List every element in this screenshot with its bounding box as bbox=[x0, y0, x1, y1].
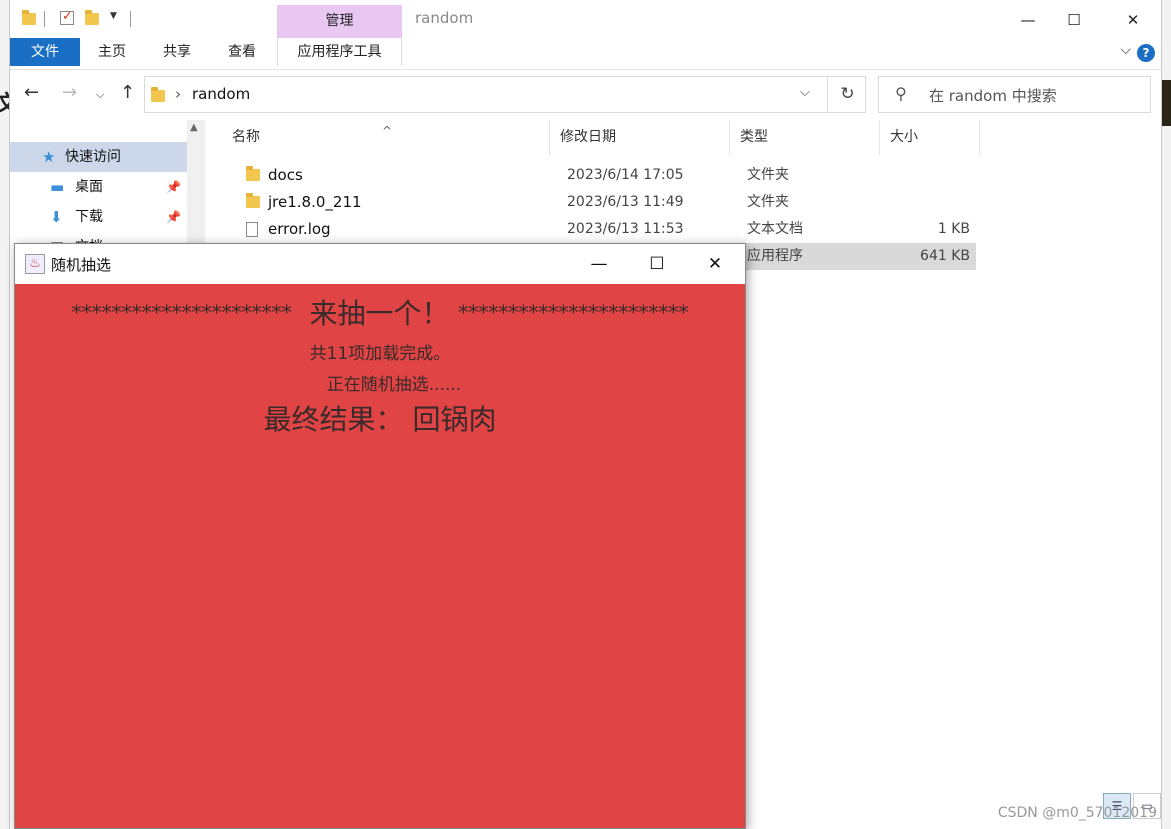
result-label: 最终结果： bbox=[263, 403, 404, 436]
draw-banner: ********************** 来抽一个！ ***********… bbox=[71, 297, 689, 330]
column-header-date[interactable]: 修改日期 bbox=[550, 120, 730, 155]
random-picker-window: ♨ 随机抽选 — ☐ ✕ ********************** 来抽一个… bbox=[14, 243, 746, 829]
result-value: 回锅肉 bbox=[412, 403, 497, 436]
properties-icon[interactable] bbox=[60, 9, 74, 25]
explorer-titlebar: ▼ 管理 random — ☐ ✕ bbox=[10, 0, 1161, 38]
manage-context-tab[interactable]: 管理 bbox=[277, 5, 402, 38]
sidebar-item-downloads[interactable]: ⬇ 下载 📌 bbox=[10, 202, 187, 232]
breadcrumb-random[interactable]: random bbox=[192, 85, 250, 103]
maximize-button[interactable]: ☐ bbox=[628, 249, 686, 279]
search-input[interactable]: ⚲ 在 random 中搜索 bbox=[878, 76, 1151, 113]
quick-access-dropdown-icon[interactable]: ▼ bbox=[110, 11, 124, 25]
new-folder-icon[interactable] bbox=[85, 10, 99, 25]
divider bbox=[44, 11, 45, 27]
tab-home[interactable]: 主页 bbox=[90, 38, 134, 66]
divider bbox=[130, 11, 131, 27]
close-button[interactable]: ✕ bbox=[686, 249, 744, 279]
search-placeholder: 在 random 中搜索 bbox=[929, 87, 1057, 105]
back-arrow-icon[interactable]: ← bbox=[24, 82, 39, 103]
loaded-status: 共11项加载完成。 bbox=[309, 344, 451, 364]
text-file-icon bbox=[246, 222, 258, 237]
sidebar-item-desktop[interactable]: ▬ 桌面 📌 bbox=[10, 172, 187, 202]
folder-icon bbox=[22, 10, 36, 25]
address-bar[interactable]: › random ⌵ ↻ bbox=[144, 76, 866, 113]
drawing-status: 正在随机抽选...... bbox=[326, 375, 462, 395]
result-line: 最终结果： 回锅肉 bbox=[15, 398, 745, 438]
banner-title: 来抽一个！ bbox=[309, 297, 450, 330]
minimize-button[interactable]: — bbox=[570, 249, 628, 279]
watermark: CSDN @m0_57012019 bbox=[997, 805, 1157, 821]
sort-ascending-icon: ^ bbox=[382, 124, 393, 138]
folder-icon bbox=[246, 193, 260, 208]
tab-app-tools[interactable]: 应用程序工具 bbox=[277, 38, 402, 66]
close-button[interactable]: ✕ bbox=[1110, 5, 1156, 35]
star-icon: ★ bbox=[42, 148, 56, 166]
refresh-icon[interactable]: ↻ bbox=[827, 77, 867, 112]
maximize-button[interactable]: ☐ bbox=[1051, 5, 1097, 35]
recent-locations-icon[interactable]: ⌵ bbox=[96, 88, 104, 102]
desktop-icon: ▬ bbox=[50, 178, 65, 196]
folder-icon bbox=[246, 166, 260, 181]
chevron-right-icon[interactable]: › bbox=[175, 85, 181, 103]
table-row[interactable]: docs 2023/6/14 17:05 文件夹 bbox=[232, 162, 976, 189]
table-row[interactable]: jre1.8.0_211 2023/6/13 11:49 文件夹 bbox=[232, 189, 976, 216]
pin-icon[interactable]: 📌 bbox=[166, 172, 181, 202]
address-row: ← → ⌵ ↑ › random ⌵ ↻ ⚲ 在 random 中搜索 bbox=[10, 70, 1161, 120]
column-header-name[interactable]: 名称 ^ bbox=[222, 120, 550, 155]
up-arrow-icon[interactable]: ↑ bbox=[120, 82, 135, 103]
app-content: ********************** 来抽一个！ ***********… bbox=[15, 284, 745, 828]
chevron-down-icon[interactable]: ⌵ bbox=[800, 85, 810, 100]
app-title: 随机抽选 bbox=[51, 256, 112, 274]
ribbon-tabs: 文件 主页 共享 查看 应用程序工具 ⌵ ? bbox=[10, 38, 1161, 70]
java-icon: ♨ bbox=[25, 254, 45, 274]
scroll-up-icon[interactable]: ▲ bbox=[190, 122, 198, 133]
tab-view[interactable]: 查看 bbox=[220, 38, 264, 66]
expand-ribbon-icon[interactable]: ⌵ bbox=[1120, 42, 1131, 58]
window-title: random bbox=[415, 9, 474, 27]
tab-file[interactable]: 文件 bbox=[10, 38, 80, 66]
search-icon: ⚲ bbox=[895, 84, 907, 103]
tab-share[interactable]: 共享 bbox=[155, 38, 199, 66]
minimize-button[interactable]: — bbox=[1005, 5, 1051, 35]
column-header-size[interactable]: 大小 bbox=[880, 120, 980, 155]
background-window-edge-left: 文 bbox=[0, 0, 18, 829]
help-icon[interactable]: ? bbox=[1137, 44, 1155, 62]
forward-arrow-icon[interactable]: → bbox=[62, 82, 77, 103]
folder-icon bbox=[151, 87, 165, 102]
table-row[interactable]: error.log 2023/6/13 11:53 文本文档 1 KB bbox=[232, 216, 976, 243]
sidebar-item-quick-access[interactable]: ★ 快速访问 bbox=[10, 142, 187, 172]
app-titlebar: ♨ 随机抽选 — ☐ ✕ bbox=[15, 244, 745, 284]
download-icon: ⬇ bbox=[50, 208, 63, 226]
pin-icon[interactable]: 📌 bbox=[166, 202, 181, 232]
column-header-type[interactable]: 类型 bbox=[730, 120, 880, 155]
